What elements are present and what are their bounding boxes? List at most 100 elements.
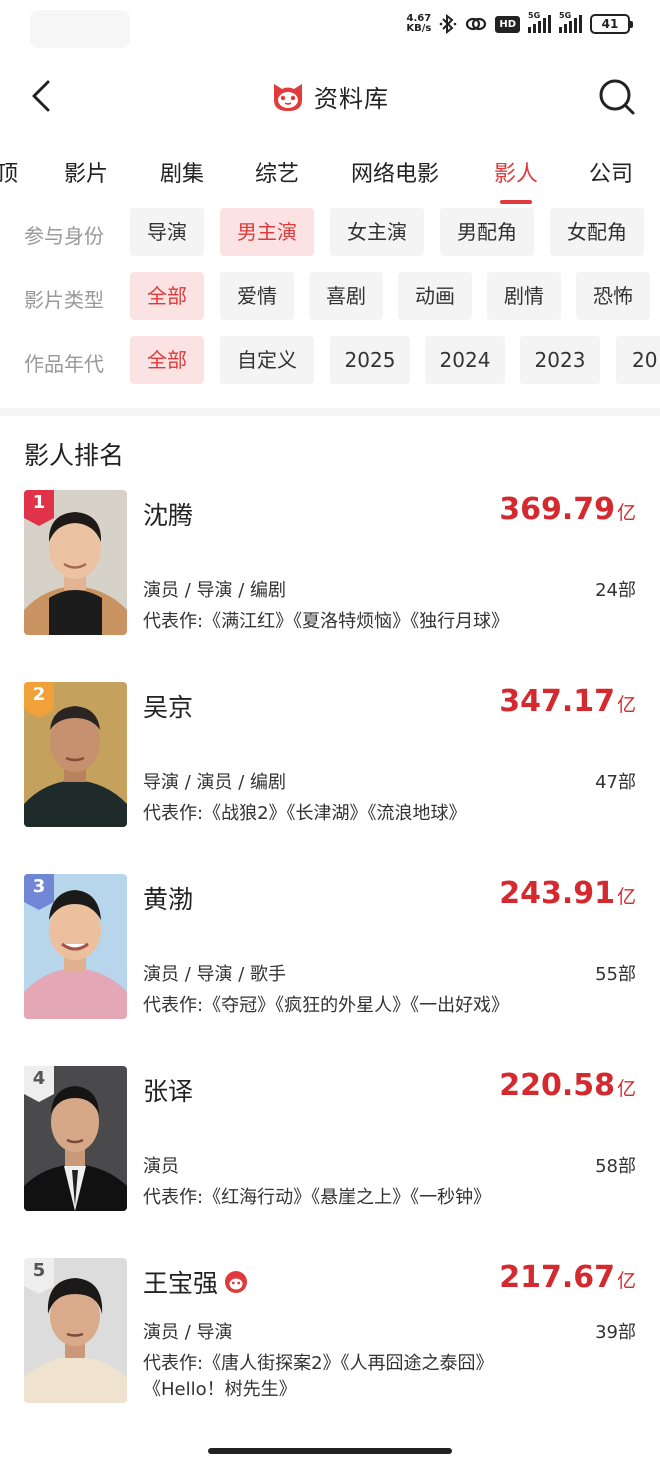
representative-works: 代表作:《唐人街探案2》《人再囧途之泰囧》 《Hello！树先生》 (143, 1351, 643, 1403)
rank-badge: 5 (24, 1258, 54, 1294)
person-name-text: 张译 (143, 1077, 194, 1106)
app-header: 资料库 (0, 58, 660, 138)
ranking-item[interactable]: 2 吴京 347.17 亿 导演 / 演员 / 编剧 47部 代表作:《战狼2》《… (0, 682, 660, 832)
cat-logo-icon (274, 84, 302, 111)
box-office-value: 243.91 (499, 876, 615, 911)
person-roles: 演员 / 导演 (143, 1322, 233, 1343)
chip-year-2024[interactable]: 2024 (425, 336, 505, 384)
chip-genre-animation[interactable]: 动画 (398, 272, 472, 320)
active-tab-indicator (500, 200, 532, 204)
chip-year-custom[interactable]: 自定义 (220, 336, 314, 384)
tab-variety[interactable]: 综艺 (255, 156, 299, 188)
filter-label-year: 作品年代 (24, 352, 104, 376)
signal-icon: 5G (528, 11, 551, 33)
status-notification-area (30, 10, 130, 48)
box-office-unit: 亿 (616, 1270, 636, 1292)
link-icon (465, 15, 487, 33)
person-name: 张译 (143, 1072, 193, 1108)
person-name: 王宝强 (143, 1264, 248, 1300)
category-tabs: 顶 影片 剧集 综艺 网络电影 影人 公司 (0, 140, 660, 206)
chip-lead-actress[interactable]: 女主演 (330, 208, 424, 256)
representative-works: 代表作:《满江红》《夏洛特烦恼》《独行月球》 (143, 611, 510, 632)
tab-films[interactable]: 影片 (64, 156, 108, 188)
person-name: 黄渤 (143, 880, 193, 916)
chip-year-2023[interactable]: 2023 (520, 336, 600, 384)
ranking-item[interactable]: 3 黄渤 243.91 亿 演员 / 导演 / 歌手 55部 代表作:《夺冠》《疯… (0, 874, 660, 1024)
filter-label-role: 参与身份 (24, 224, 104, 248)
chip-year-all[interactable]: 全部 (130, 336, 204, 384)
bluetooth-icon (439, 14, 457, 34)
back-button[interactable] (22, 76, 62, 116)
search-button[interactable] (596, 76, 638, 118)
representative-works: 代表作:《夺冠》《疯狂的外星人》《一出好戏》 (143, 995, 510, 1016)
network-speed-unit: KB/s (406, 23, 432, 34)
chip-genre-romance[interactable]: 爱情 (220, 272, 294, 320)
box-office-value: 347.17 (499, 684, 615, 719)
status-icons: 4.67 KB/s HD 5G 5G 41 (406, 11, 633, 34)
box-office: 243.91 亿 (499, 876, 636, 911)
tab-series[interactable]: 剧集 (160, 156, 204, 188)
signal-icon-2: 5G (559, 11, 582, 33)
filter-panel: 参与身份 导演 男主演 女主演 男配角 女配角 影片类型 全部 爱情 喜剧 动画… (0, 206, 660, 406)
box-office: 347.17 亿 (499, 684, 636, 719)
works-count: 58部 (595, 1156, 636, 1177)
home-indicator[interactable] (208, 1448, 452, 1454)
person-name: 沈腾 (143, 496, 193, 532)
rank-number: 1 (32, 492, 46, 513)
chip-lead-actor[interactable]: 男主演 (220, 208, 314, 256)
tab-partial[interactable]: 顶 (0, 156, 18, 188)
tab-companies[interactable]: 公司 (589, 156, 633, 188)
ranking-item[interactable]: 5 王宝强 217.67 亿 演员 / 导演 39部 代表作:《唐人街探案2》《人… (0, 1258, 660, 1418)
search-icon (599, 79, 635, 115)
representative-works-line2: 《Hello！树先生》 (143, 1379, 297, 1400)
works-count: 24部 (595, 580, 636, 601)
filter-label-genre: 影片类型 (24, 288, 104, 312)
filter-row-year: 作品年代 全部 自定义 2025 2024 2023 20 (0, 336, 660, 386)
chip-year-partial[interactable]: 20 (616, 336, 660, 384)
chip-genre-drama[interactable]: 剧情 (487, 272, 561, 320)
tab-people[interactable]: 影人 (494, 156, 538, 188)
ranking-item[interactable]: 1 沈腾 369.79 亿 演员 / 导演 / 编剧 24部 代表作:《满江红》《… (0, 490, 660, 640)
box-office: 369.79 亿 (499, 492, 636, 527)
chip-supporting-actor[interactable]: 男配角 (440, 208, 534, 256)
box-office-value: 369.79 (499, 492, 615, 527)
person-roles: 演员 / 导演 / 歌手 (143, 964, 287, 985)
person-roles: 演员 (143, 1156, 179, 1177)
rank-badge: 3 (24, 874, 54, 910)
chip-supporting-actress[interactable]: 女配角 (550, 208, 644, 256)
signal-label: 5G (528, 11, 541, 20)
box-office-unit: 亿 (616, 1078, 636, 1100)
rank-badge: 1 (24, 490, 54, 526)
rank-number: 2 (32, 684, 46, 705)
rank-number: 4 (32, 1068, 46, 1089)
chevron-left-icon (32, 80, 50, 112)
person-name-text: 黄渤 (143, 885, 194, 914)
chip-genre-comedy[interactable]: 喜剧 (309, 272, 383, 320)
person-roles: 导演 / 演员 / 编剧 (143, 772, 287, 793)
representative-works-line1: 代表作:《唐人街探案2》《人再囧途之泰囧》 (143, 1353, 494, 1374)
person-name-text: 沈腾 (143, 501, 194, 530)
network-speed: 4.67 KB/s (406, 14, 431, 34)
rank-badge: 2 (24, 682, 54, 718)
representative-works: 代表作:《战狼2》《长津湖》《流浪地球》 (143, 803, 467, 824)
brand: 资料库 (270, 78, 389, 114)
box-office-value: 220.58 (499, 1068, 615, 1103)
chip-genre-all[interactable]: 全部 (130, 272, 204, 320)
person-name-text: 吴京 (143, 693, 194, 722)
filter-row-role: 参与身份 导演 男主演 女主演 男配角 女配角 (0, 208, 660, 258)
box-office-unit: 亿 (616, 694, 636, 716)
rank-number: 5 (32, 1260, 46, 1281)
ranking-item[interactable]: 4 张译 220.58 亿 演员 58部 代表作:《红海行动》《悬崖之上》《一秒钟… (0, 1066, 660, 1216)
status-bar: 4.67 KB/s HD 5G 5G 41 (0, 0, 660, 58)
filter-row-genre: 影片类型 全部 爱情 喜剧 动画 剧情 恐怖 (0, 272, 660, 322)
box-office: 220.58 亿 (499, 1068, 636, 1103)
chip-director[interactable]: 导演 (130, 208, 204, 256)
person-name: 吴京 (143, 688, 193, 724)
tab-web-movies[interactable]: 网络电影 (351, 156, 439, 188)
chip-year-2025[interactable]: 2025 (330, 336, 410, 384)
verified-cat-icon (225, 1271, 248, 1293)
box-office-unit: 亿 (616, 886, 636, 908)
person-roles: 演员 / 导演 / 编剧 (143, 580, 287, 601)
chip-genre-horror[interactable]: 恐怖 (576, 272, 650, 320)
representative-works: 代表作:《红海行动》《悬崖之上》《一秒钟》 (143, 1187, 492, 1208)
